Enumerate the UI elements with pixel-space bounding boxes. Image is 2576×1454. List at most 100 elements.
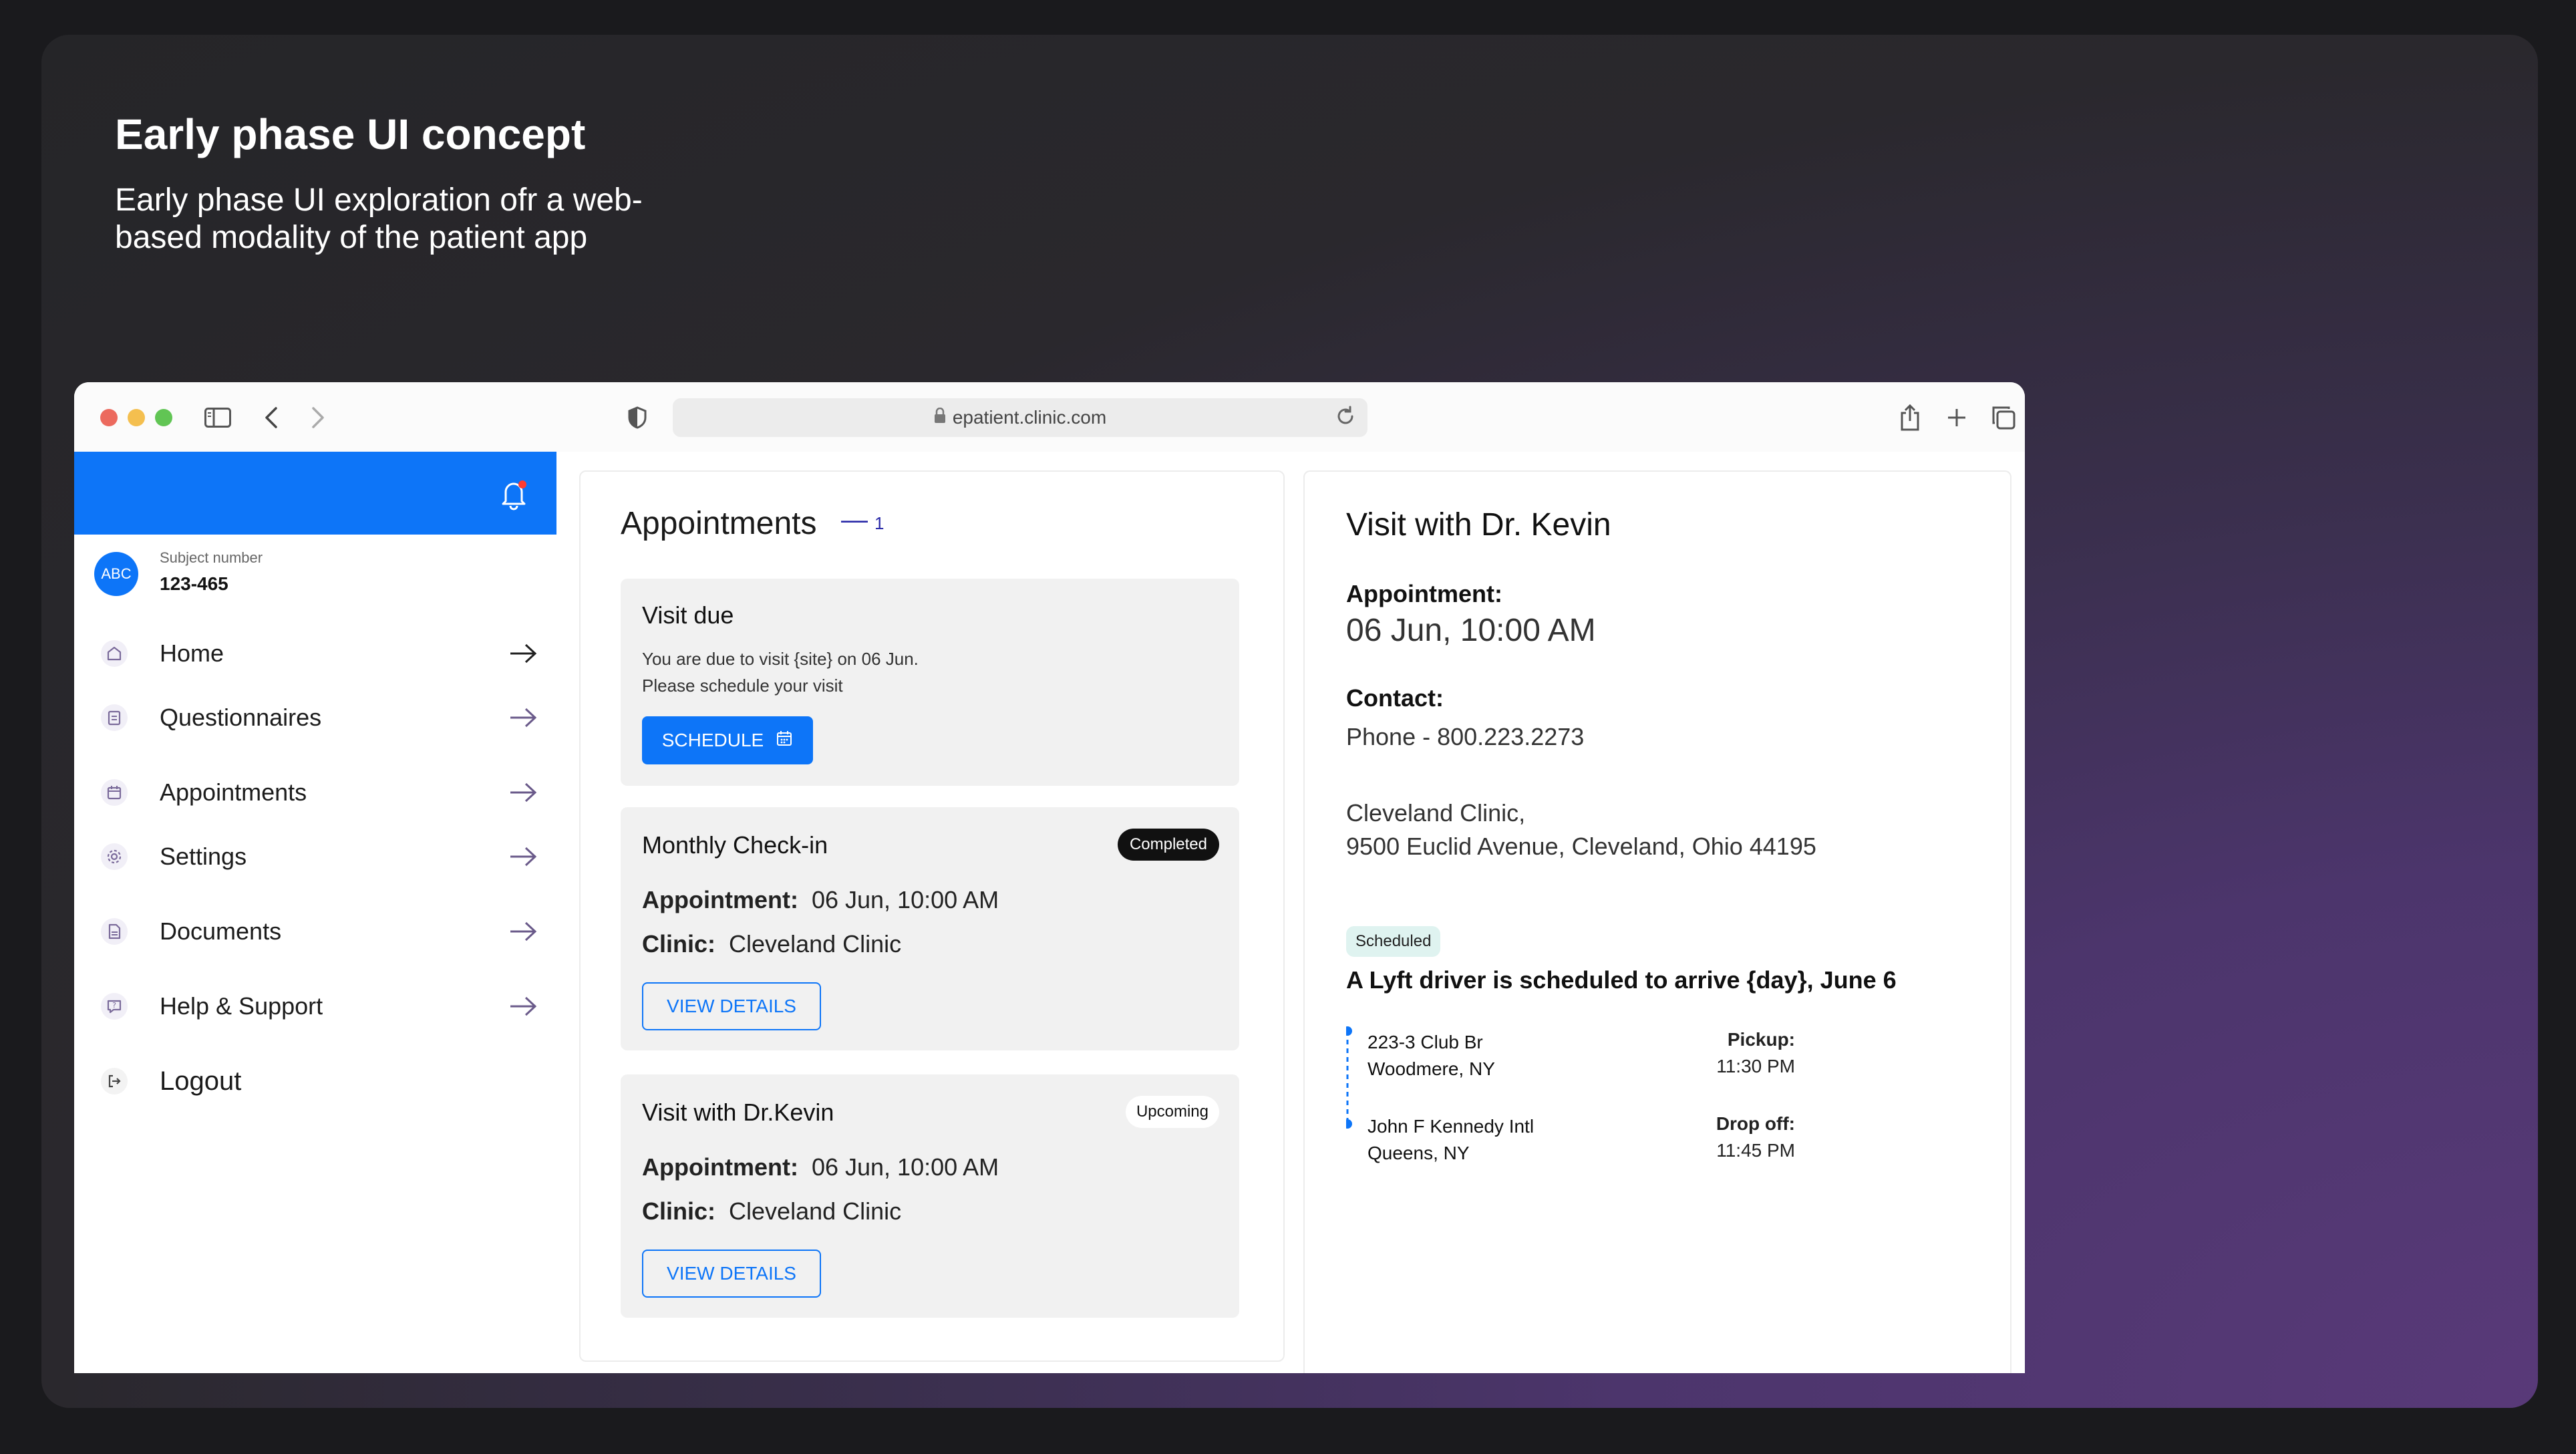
address-line2: 9500 Euclid Avenue, Cleveland, Ohio 4419… xyxy=(1346,833,1816,860)
hero-subtitle: Early phase UI exploration ofr a web-bas… xyxy=(115,182,643,255)
view-details-button[interactable]: VIEW DETAILS xyxy=(642,982,821,1030)
clipboard-icon xyxy=(101,704,128,731)
sidebar-item-appointments[interactable]: Appointments xyxy=(74,767,556,818)
browser-window: epatient.clinic.com ABC Subject number 1… xyxy=(74,382,2025,1373)
tab-overview-icon[interactable] xyxy=(1989,402,2018,433)
visit-details-panel: Visit with Dr. Kevin Appointment: 06 Jun… xyxy=(1303,470,2011,1373)
sidebar-item-label: Documents xyxy=(160,917,282,945)
calendar-icon xyxy=(776,730,793,752)
dropoff-line1: John F Kennedy Intl xyxy=(1367,1116,1535,1137)
pickup-time: 11:30 PM xyxy=(1716,1056,1795,1076)
sidebar-toggle-icon[interactable] xyxy=(202,402,233,433)
appointment-card-title: Visit with Dr.Kevin xyxy=(642,1099,834,1126)
back-icon[interactable] xyxy=(261,402,281,433)
appointments-dash: — xyxy=(841,505,868,535)
sidebar-item-home[interactable]: Home xyxy=(74,628,556,679)
arrow-right-icon xyxy=(508,919,538,947)
sidebar-item-documents[interactable]: Documents xyxy=(74,906,556,957)
schedule-button[interactable]: SCHEDULE xyxy=(642,716,813,764)
appointments-title: Appointments xyxy=(621,506,817,541)
sidebar-item-label: Help & Support xyxy=(160,992,323,1020)
arrow-right-icon xyxy=(508,706,538,733)
new-tab-icon[interactable] xyxy=(1943,402,1970,433)
sidebar-header xyxy=(74,452,556,535)
share-icon[interactable] xyxy=(1897,402,1923,433)
address-bar[interactable]: epatient.clinic.com xyxy=(673,398,1367,437)
visit-due-line2: Please schedule your visit xyxy=(642,676,843,696)
gear-icon xyxy=(101,843,128,870)
dropoff-line2: Queens, NY xyxy=(1367,1143,1470,1163)
dropoff-time: 11:45 PM xyxy=(1716,1140,1795,1161)
sidebar: ABC Subject number 123-465 Home Question… xyxy=(74,452,556,1373)
sidebar-item-questionnaires[interactable]: Questionnaires xyxy=(74,692,556,743)
schedule-button-label: SCHEDULE xyxy=(661,730,764,750)
subject-number-label: Subject number xyxy=(160,549,263,566)
pickup-line2: Woodmere, NY xyxy=(1367,1058,1495,1079)
sidebar-item-label: Settings xyxy=(160,843,247,870)
view-details-button[interactable]: VIEW DETAILS xyxy=(642,1250,821,1298)
address-line1: Cleveland Clinic, xyxy=(1346,799,1526,827)
sidebar-item-logout[interactable]: Logout xyxy=(74,1056,556,1107)
pickup-line1: 223-3 Club Br xyxy=(1367,1032,1483,1052)
visit-due-card: Visit due You are due to visit {site} on… xyxy=(621,579,1239,786)
appointment-card: Visit with Dr.Kevin Upcoming Appointment… xyxy=(621,1074,1239,1318)
document-icon xyxy=(101,918,128,945)
appointment-value: 06 Jun, 10:00 AM xyxy=(811,1153,999,1181)
clinic-value: Cleveland Clinic xyxy=(729,1197,902,1225)
arrow-right-icon xyxy=(508,641,538,669)
appointment-card-title: Monthly Check-in xyxy=(642,831,828,859)
appointment-value: 06 Jun, 10:00 AM xyxy=(811,886,999,913)
reload-icon[interactable] xyxy=(1334,405,1357,432)
appointment-row: Appointment: 06 Jun, 10:00 AM xyxy=(642,1153,999,1181)
sidebar-item-label: Home xyxy=(160,639,224,667)
contact-label: Contact: xyxy=(1346,684,1444,712)
appointment-row: Appointment: 06 Jun, 10:00 AM xyxy=(642,886,999,914)
dropoff-address: John F Kennedy Intl Queens, NY xyxy=(1367,1113,1534,1167)
sidebar-item-label: Logout xyxy=(160,1066,242,1096)
visit-appointment-label: Appointment: xyxy=(1346,580,1502,607)
scheduled-badge: Scheduled xyxy=(1346,926,1441,957)
arrow-right-icon xyxy=(508,780,538,808)
visit-due-line1: You are due to visit {site} on 06 Jun. xyxy=(642,649,919,669)
appointment-card: Monthly Check-in Completed Appointment: … xyxy=(621,807,1239,1050)
status-badge: Completed xyxy=(1117,829,1219,861)
sidebar-item-label: Questionnaires xyxy=(160,704,322,731)
close-window-button[interactable] xyxy=(100,409,118,426)
maximize-window-button[interactable] xyxy=(155,409,172,426)
appointment-label: Appointment: xyxy=(642,1153,798,1181)
appointment-label: Appointment: xyxy=(642,886,798,913)
appointments-count: 1 xyxy=(874,513,884,533)
sidebar-item-settings[interactable]: Settings xyxy=(74,831,556,882)
calendar-icon xyxy=(101,779,128,806)
pickup-address: 223-3 Club Br Woodmere, NY xyxy=(1367,1029,1495,1082)
shield-icon[interactable] xyxy=(626,402,649,433)
help-chat-icon: ? xyxy=(101,993,128,1020)
lyft-message: A Lyft driver is scheduled to arrive {da… xyxy=(1346,966,1897,994)
clinic-label: Clinic: xyxy=(642,930,716,958)
url-text: epatient.clinic.com xyxy=(952,407,1107,428)
avatar[interactable]: ABC xyxy=(94,552,138,596)
minimize-window-button[interactable] xyxy=(128,409,145,426)
trip-route-line xyxy=(1346,1026,1352,1129)
forward-icon[interactable] xyxy=(308,402,328,433)
clinic-value: Cleveland Clinic xyxy=(729,930,902,958)
clinic-label: Clinic: xyxy=(642,1197,716,1225)
subject-number-value: 123-465 xyxy=(160,573,228,594)
home-icon xyxy=(101,640,128,667)
arrow-right-icon xyxy=(508,845,538,872)
pickup-label: Pickup: xyxy=(1727,1029,1795,1050)
status-badge: Upcoming xyxy=(1125,1096,1219,1128)
arrow-right-icon xyxy=(508,994,538,1022)
contact-phone: Phone - 800.223.2273 xyxy=(1346,723,1585,750)
sidebar-item-label: Appointments xyxy=(160,778,307,806)
visit-appointment-value: 06 Jun, 10:00 AM xyxy=(1346,613,1596,648)
visit-due-title: Visit due xyxy=(642,601,734,629)
visit-title: Visit with Dr. Kevin xyxy=(1346,507,1611,543)
dropoff-label: Drop off: xyxy=(1716,1113,1795,1134)
sidebar-item-help-support[interactable]: ? Help & Support xyxy=(74,981,556,1032)
notification-bell-icon[interactable] xyxy=(498,477,530,514)
svg-text:?: ? xyxy=(112,1001,116,1010)
appointments-panel: Appointments — 1 Visit due You are due t… xyxy=(579,470,1285,1362)
logout-icon xyxy=(101,1068,128,1095)
browser-toolbar: epatient.clinic.com xyxy=(74,382,2025,452)
